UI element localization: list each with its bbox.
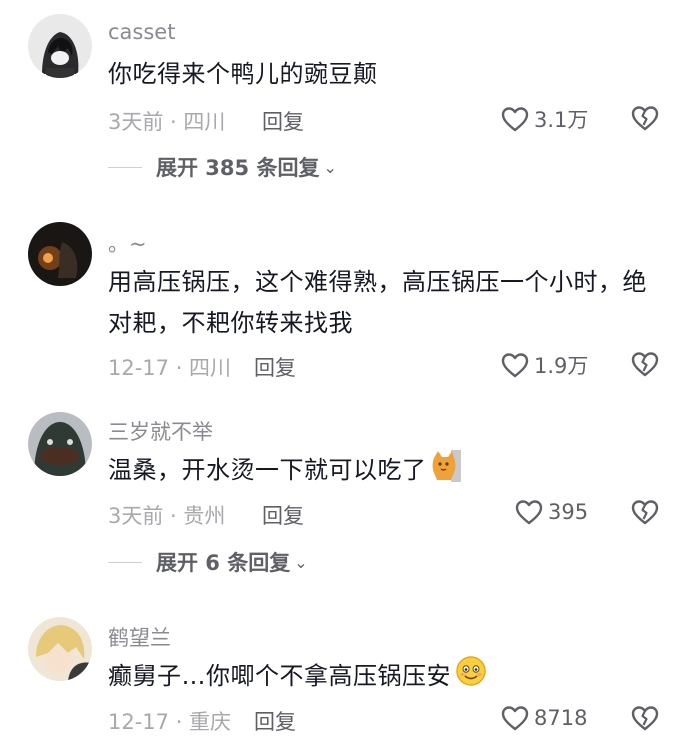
comment-meta: 12-17 · 重庆 <box>108 710 232 734</box>
heart-outline-icon <box>501 107 529 132</box>
avatar[interactable] <box>28 222 92 286</box>
divider <box>108 561 142 563</box>
heart-outline-icon <box>515 500 543 525</box>
heart-outline-icon <box>501 353 529 378</box>
comment-text: 你吃得来个鸭儿的豌豆颠 <box>108 60 378 88</box>
comment-username[interactable]: 三岁就不举 <box>108 416 213 446</box>
dislike-button[interactable] <box>630 350 660 378</box>
broken-heart-icon <box>631 352 659 377</box>
broken-heart-icon <box>631 106 659 131</box>
like-count: 1.9万 <box>534 354 589 378</box>
dislike-button[interactable] <box>630 704 660 732</box>
dislike-button[interactable] <box>630 498 660 526</box>
comment-meta: 12-17 · 四川 <box>108 356 232 380</box>
comment-text: 癫舅子…你唧个不拿高压锅压安 <box>108 655 650 699</box>
comment-username[interactable]: 。~ <box>108 228 147 258</box>
avatar[interactable] <box>28 617 92 681</box>
expand-replies-label: 展开 6 条回复 <box>156 551 291 575</box>
like-button[interactable]: 8718 <box>500 704 587 732</box>
comment-username[interactable]: 鹤望兰 <box>108 622 171 652</box>
like-count: 395 <box>548 500 589 524</box>
like-count: 8718 <box>534 706 588 730</box>
cat-emoji-icon <box>431 448 461 494</box>
like-count: 3.1万 <box>534 108 589 132</box>
avatar[interactable] <box>28 14 92 78</box>
broken-heart-icon <box>631 500 659 525</box>
divider <box>108 166 142 168</box>
reply-button[interactable]: 回复 <box>254 352 296 382</box>
comment-text-content: 温桑，开水烫一下就可以吃了 <box>108 456 427 484</box>
reply-button[interactable]: 回复 <box>262 500 304 530</box>
chevron-down-icon: ⌄ <box>323 157 337 177</box>
like-button[interactable]: 1.9万 <box>500 350 588 380</box>
expand-replies-button[interactable]: 展开 385 条回复 ⌄ <box>108 152 337 182</box>
heart-outline-icon <box>501 706 529 731</box>
like-button[interactable]: 3.1万 <box>500 104 588 134</box>
chevron-down-icon: ⌄ <box>294 552 308 572</box>
like-button[interactable]: 395 <box>514 498 588 526</box>
avatar[interactable] <box>28 412 92 476</box>
comment-meta: 3天前 · 贵州 <box>108 504 226 528</box>
reply-button[interactable]: 回复 <box>254 706 296 736</box>
reply-button[interactable]: 回复 <box>262 106 304 136</box>
comment-text: 用高压锅压，这个难得熟，高压锅压一个小时，绝对耙，不耙你转来找我 <box>108 268 647 337</box>
expand-replies-button[interactable]: 展开 6 条回复 ⌄ <box>108 547 308 577</box>
comment-text-content: 癫舅子…你唧个不拿高压锅压安 <box>108 662 451 690</box>
dislike-button[interactable] <box>630 104 660 132</box>
comment-username[interactable]: casset <box>108 20 175 44</box>
comment-meta: 3天前 · 四川 <box>108 110 226 134</box>
comment-text: 温桑，开水烫一下就可以吃了 <box>108 448 650 494</box>
smiling-face-emoji-icon <box>455 655 487 699</box>
expand-replies-label: 展开 385 条回复 <box>156 156 320 180</box>
broken-heart-icon <box>631 706 659 731</box>
